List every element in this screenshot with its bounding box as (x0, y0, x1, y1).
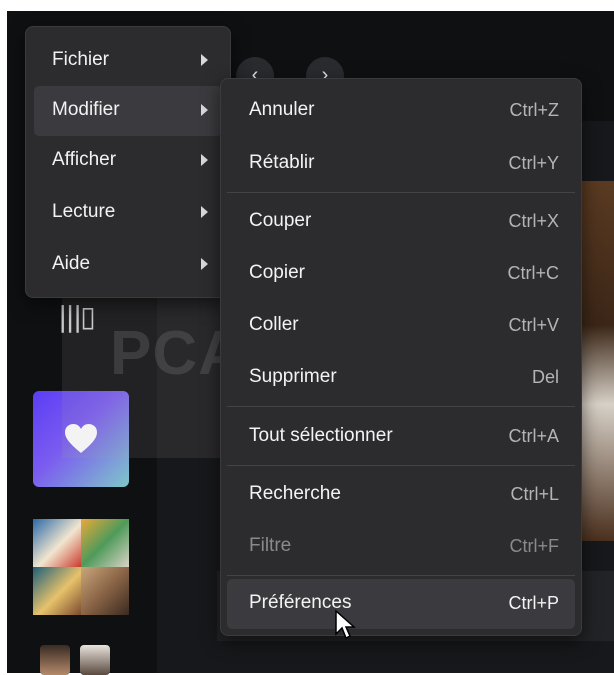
menu-separator (227, 465, 575, 466)
submenu-item-label: Coller (249, 314, 299, 335)
submenu-item-label: Couper (249, 210, 312, 231)
artist-avatar[interactable] (40, 645, 70, 675)
menu-item-modifier[interactable]: Modifier (34, 86, 222, 136)
submenu-arrow-icon (201, 54, 208, 66)
shortcut-text: Ctrl+L (510, 484, 559, 504)
submenu-item-tout-selectionner[interactable]: Tout sélectionner Ctrl+A (227, 412, 575, 462)
menu-item-fichier[interactable]: Fichier (34, 36, 222, 86)
menu-item-label: Modifier (52, 99, 120, 120)
submenu-item-couper[interactable]: Couper Ctrl+X (227, 197, 575, 247)
album-cover[interactable] (81, 519, 129, 567)
submenu-arrow-icon (201, 154, 208, 166)
submenu-item-retablir[interactable]: Rétablir Ctrl+Y (227, 139, 575, 189)
edit-submenu: Annuler Ctrl+Z Rétablir Ctrl+Y Couper Ct… (220, 78, 582, 636)
menu-item-label: Aide (52, 253, 91, 274)
submenu-item-label: Copier (249, 262, 305, 283)
shortcut-text: Ctrl+V (508, 315, 559, 335)
submenu-item-label: Recherche (249, 483, 341, 504)
menu-item-label: Lecture (52, 201, 116, 222)
menu-item-lecture[interactable]: Lecture (34, 188, 222, 238)
shortcut-text: Ctrl+Z (509, 100, 560, 120)
submenu-item-label: Supprimer (249, 366, 337, 387)
menu-item-aide[interactable]: Aide (34, 240, 222, 290)
submenu-item-copier[interactable]: Copier Ctrl+C (227, 249, 575, 299)
menu-separator (227, 406, 575, 407)
submenu-arrow-icon (201, 104, 208, 116)
mouse-pointer-icon (335, 609, 356, 640)
submenu-item-label: Filtre (249, 535, 292, 556)
submenu-arrow-icon (201, 258, 208, 270)
shortcut-text: Ctrl+P (508, 593, 559, 613)
submenu-item-label: Annuler (249, 99, 315, 120)
menu-item-label: Afficher (52, 149, 117, 170)
submenu-item-filtre: Filtre Ctrl+F (227, 522, 575, 572)
submenu-item-supprimer[interactable]: Supprimer Del (227, 353, 575, 403)
album-cover[interactable] (33, 519, 81, 567)
submenu-item-label: Tout sélectionner (249, 425, 393, 446)
submenu-item-coller[interactable]: Coller Ctrl+V (227, 301, 575, 351)
submenu-item-recherche[interactable]: Recherche Ctrl+L (227, 470, 575, 520)
menu-separator (227, 575, 575, 576)
shortcut-text: Ctrl+X (508, 211, 559, 231)
album-cover[interactable] (33, 567, 81, 615)
menu-item-label: Fichier (52, 49, 110, 70)
artist-avatar[interactable] (80, 645, 110, 675)
main-menu: Fichier Modifier Afficher Lecture Aide (25, 26, 231, 298)
menu-separator (227, 192, 575, 193)
submenu-arrow-icon (201, 206, 208, 218)
menu-item-afficher[interactable]: Afficher (34, 136, 222, 186)
shortcut-text: Ctrl+A (508, 426, 559, 446)
submenu-item-preferences[interactable]: Préférences Ctrl+P (227, 579, 575, 629)
submenu-item-label: Rétablir (249, 152, 315, 173)
shortcut-text: Ctrl+Y (508, 153, 559, 173)
album-cover[interactable] (81, 567, 129, 615)
shortcut-text: Del (531, 367, 559, 387)
shortcut-text: Ctrl+C (507, 263, 559, 283)
album-grid[interactable] (33, 519, 129, 615)
shortcut-text: Ctrl+F (509, 536, 560, 556)
submenu-item-annuler[interactable]: Annuler Ctrl+Z (227, 86, 575, 136)
